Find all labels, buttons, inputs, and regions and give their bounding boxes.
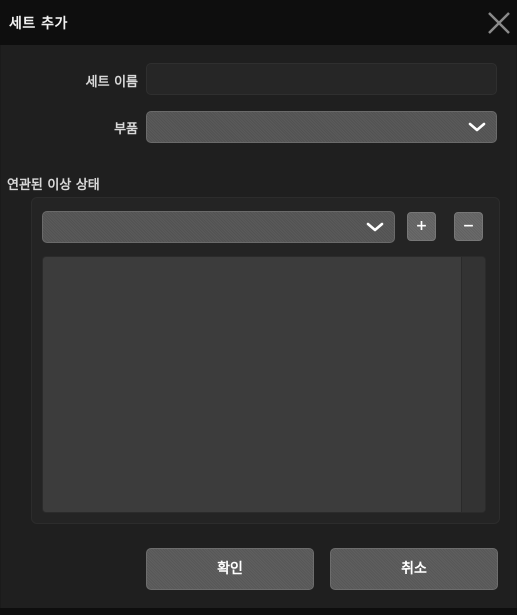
title-bar[interactable]: 세트 추가	[0, 0, 517, 45]
part-select[interactable]	[146, 111, 497, 143]
close-icon[interactable]	[486, 10, 512, 36]
chevron-down-icon	[366, 222, 384, 232]
related-states-list[interactable]	[42, 256, 486, 513]
remove-state-button[interactable]: −	[454, 212, 483, 241]
ok-button[interactable]: 확인	[146, 548, 314, 590]
part-label: 부품	[114, 122, 138, 137]
related-state-select[interactable]	[42, 211, 395, 243]
related-states-label: 연관된 이상 상태	[7, 178, 100, 193]
list-scrollbar[interactable]	[461, 257, 485, 512]
bottom-border	[0, 608, 517, 615]
add-state-button[interactable]: +	[407, 212, 436, 241]
dialog-title: 세트 추가	[9, 16, 68, 32]
set-name-label: 세트 이름	[85, 75, 138, 90]
add-set-dialog: 세트 추가 세트 이름 부품 연관된 이상 상태 + − 확인 취소	[0, 0, 517, 615]
chevron-down-icon	[468, 122, 486, 132]
set-name-input[interactable]	[146, 63, 497, 95]
cancel-button[interactable]: 취소	[330, 548, 498, 590]
